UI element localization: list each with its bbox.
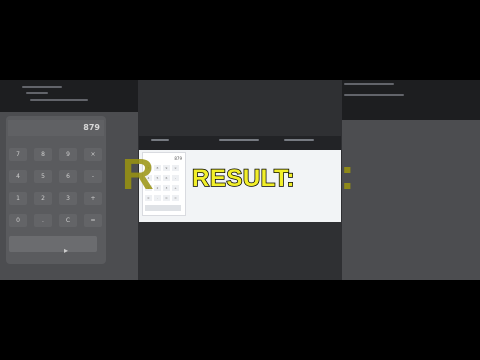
- calc-key[interactable]: 4: [9, 170, 27, 183]
- code-line: [22, 86, 62, 88]
- calc-key[interactable]: +: [84, 192, 102, 205]
- calc-key[interactable]: C: [59, 214, 77, 227]
- code-line: [219, 139, 259, 141]
- background-calc-bar: [9, 236, 97, 252]
- code-line: [344, 94, 404, 96]
- code-line: [284, 139, 314, 141]
- code-line: [30, 99, 88, 101]
- calc-key[interactable]: 5: [154, 175, 161, 181]
- calc-key[interactable]: =: [84, 214, 102, 227]
- calc-key[interactable]: 2: [154, 185, 161, 191]
- result-caption: RESULT:: [191, 164, 296, 193]
- calc-key[interactable]: 2: [34, 192, 52, 205]
- calc-key[interactable]: 3: [59, 192, 77, 205]
- calc-key[interactable]: 5: [34, 170, 52, 183]
- calc-key[interactable]: 7: [9, 148, 27, 161]
- code-line: [344, 83, 394, 85]
- calc-key[interactable]: 6: [59, 170, 77, 183]
- calc-key[interactable]: 3: [163, 185, 170, 191]
- code-line: [151, 139, 169, 141]
- calc-key[interactable]: 9: [163, 165, 170, 171]
- calc-key[interactable]: ×: [172, 165, 179, 171]
- cursor-icon: ▸: [64, 246, 69, 255]
- calc-key[interactable]: =: [172, 195, 179, 201]
- calc-key[interactable]: 0: [9, 214, 27, 227]
- background-calc-display: 879: [8, 120, 104, 136]
- calc-key[interactable]: .: [34, 214, 52, 227]
- right-preview-panel: [342, 120, 480, 280]
- code-line: [26, 92, 48, 94]
- right-code-panel: [342, 80, 480, 120]
- calc-key[interactable]: 8: [154, 165, 161, 171]
- calculator-bar[interactable]: [145, 205, 181, 211]
- calc-key[interactable]: -: [84, 170, 102, 183]
- calc-key[interactable]: C: [163, 195, 170, 201]
- calc-key[interactable]: ×: [84, 148, 102, 161]
- calc-key[interactable]: 6: [163, 175, 170, 181]
- ghost-caption-left: R: [122, 150, 155, 199]
- calc-key[interactable]: +: [172, 185, 179, 191]
- calc-key[interactable]: 9: [59, 148, 77, 161]
- ghost-caption-right: :: [340, 150, 356, 199]
- calc-key[interactable]: .: [154, 195, 161, 201]
- left-code-panel: [0, 80, 138, 112]
- editor-topbar: [139, 136, 341, 150]
- calc-key[interactable]: 8: [34, 148, 52, 161]
- calc-key[interactable]: 1: [9, 192, 27, 205]
- calc-key[interactable]: -: [172, 175, 179, 181]
